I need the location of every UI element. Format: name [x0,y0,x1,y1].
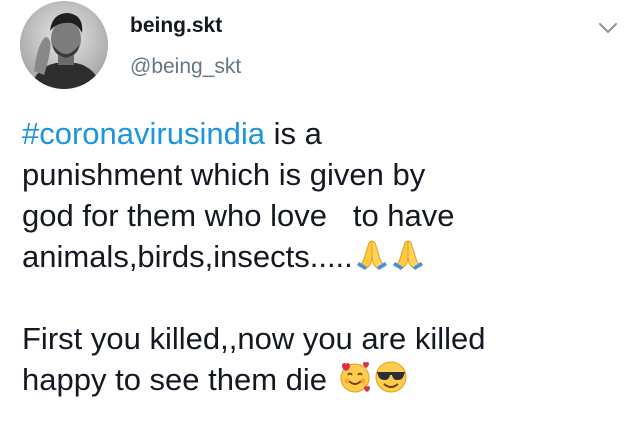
display-name[interactable]: being.skt [130,14,222,38]
tweet-line-4-text: animals,birds,insects..... [22,239,353,274]
chevron-down-icon[interactable] [596,20,620,36]
tweet-card: being.skt @being_skt #coronavirusindia i… [0,0,640,436]
tweet-line-1: #coronavirusindia is a [22,113,622,154]
tweet-text: #coronavirusindia is a punishment which … [22,113,622,400]
avatar-photo [20,1,108,89]
folded-hands-icon [356,240,387,270]
tweet-line-3: god for them who love to have [22,198,455,233]
tweet-line-4: animals,birds,insects..... [22,236,622,277]
tweet-line-1-rest: is a [264,116,322,151]
tweet-line-6-text: happy to see them die [22,362,328,397]
hashtag-link[interactable]: #coronavirusindia [22,116,265,151]
smiling-face-with-hearts-icon [340,362,370,393]
tweet-line-6: happy to see them die [22,359,622,400]
avatar[interactable] [20,1,108,89]
user-handle[interactable]: @being_skt [130,55,241,79]
tweet-line-2: punishment which is given by [22,157,426,192]
folded-hands-icon [392,240,423,270]
smiling-face-with-sunglasses-icon [375,361,407,393]
tweet-line-5: First you killed,,now you are killed [22,321,486,356]
